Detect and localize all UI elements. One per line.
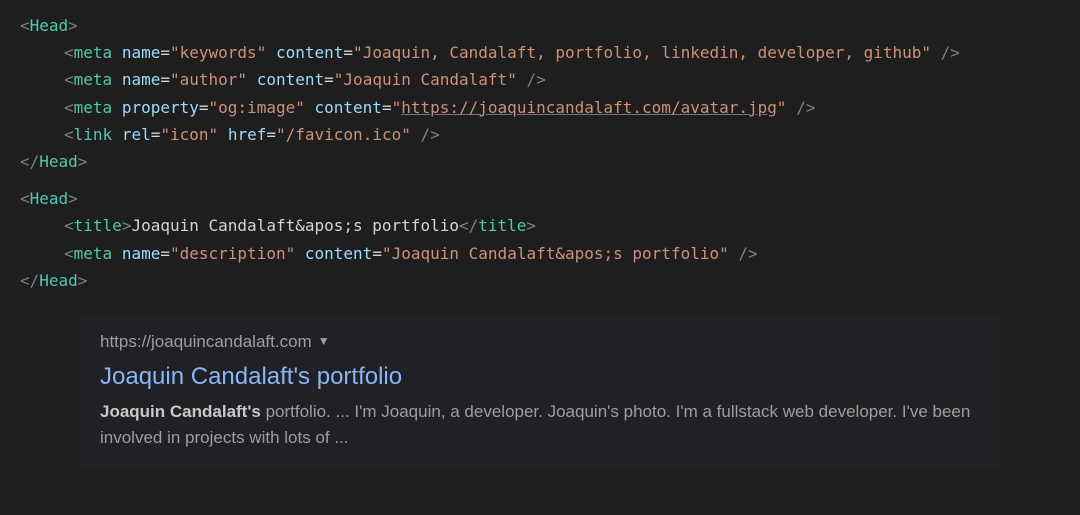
search-result-card: https://joaquincandalaft.com ▼ Joaquin C…	[80, 314, 1000, 470]
meta-ogimage: <meta property="og:image" content="https…	[20, 94, 1080, 121]
search-result-description: Joaquin Candalaft's portfolio. ... I'm J…	[100, 399, 980, 450]
head-close: </Head>	[20, 148, 1080, 175]
head-close-2: </Head>	[20, 267, 1080, 294]
head-open: <Head>	[20, 12, 1080, 39]
head-open-2: <Head>	[20, 185, 1080, 212]
meta-keywords: <meta name="keywords" content="Joaquin, …	[20, 39, 1080, 66]
search-result-url-row: https://joaquincandalaft.com ▼	[100, 330, 980, 354]
chevron-down-icon[interactable]: ▼	[318, 333, 330, 350]
code-block-2: <Head> <title>Joaquin Candalaft&apos;s p…	[0, 185, 1080, 294]
meta-description: <meta name="description" content="Joaqui…	[20, 240, 1080, 267]
search-result-url[interactable]: https://joaquincandalaft.com	[100, 330, 312, 354]
link-favicon: <link rel="icon" href="/favicon.ico" />	[20, 121, 1080, 148]
search-result-title[interactable]: Joaquin Candalaft's portfolio	[100, 360, 980, 394]
code-block-1: <Head> <meta name="keywords" content="Jo…	[0, 12, 1080, 175]
title-tag: <title>Joaquin Candalaft&apos;s portfoli…	[20, 212, 1080, 239]
meta-author: <meta name="author" content="Joaquin Can…	[20, 66, 1080, 93]
